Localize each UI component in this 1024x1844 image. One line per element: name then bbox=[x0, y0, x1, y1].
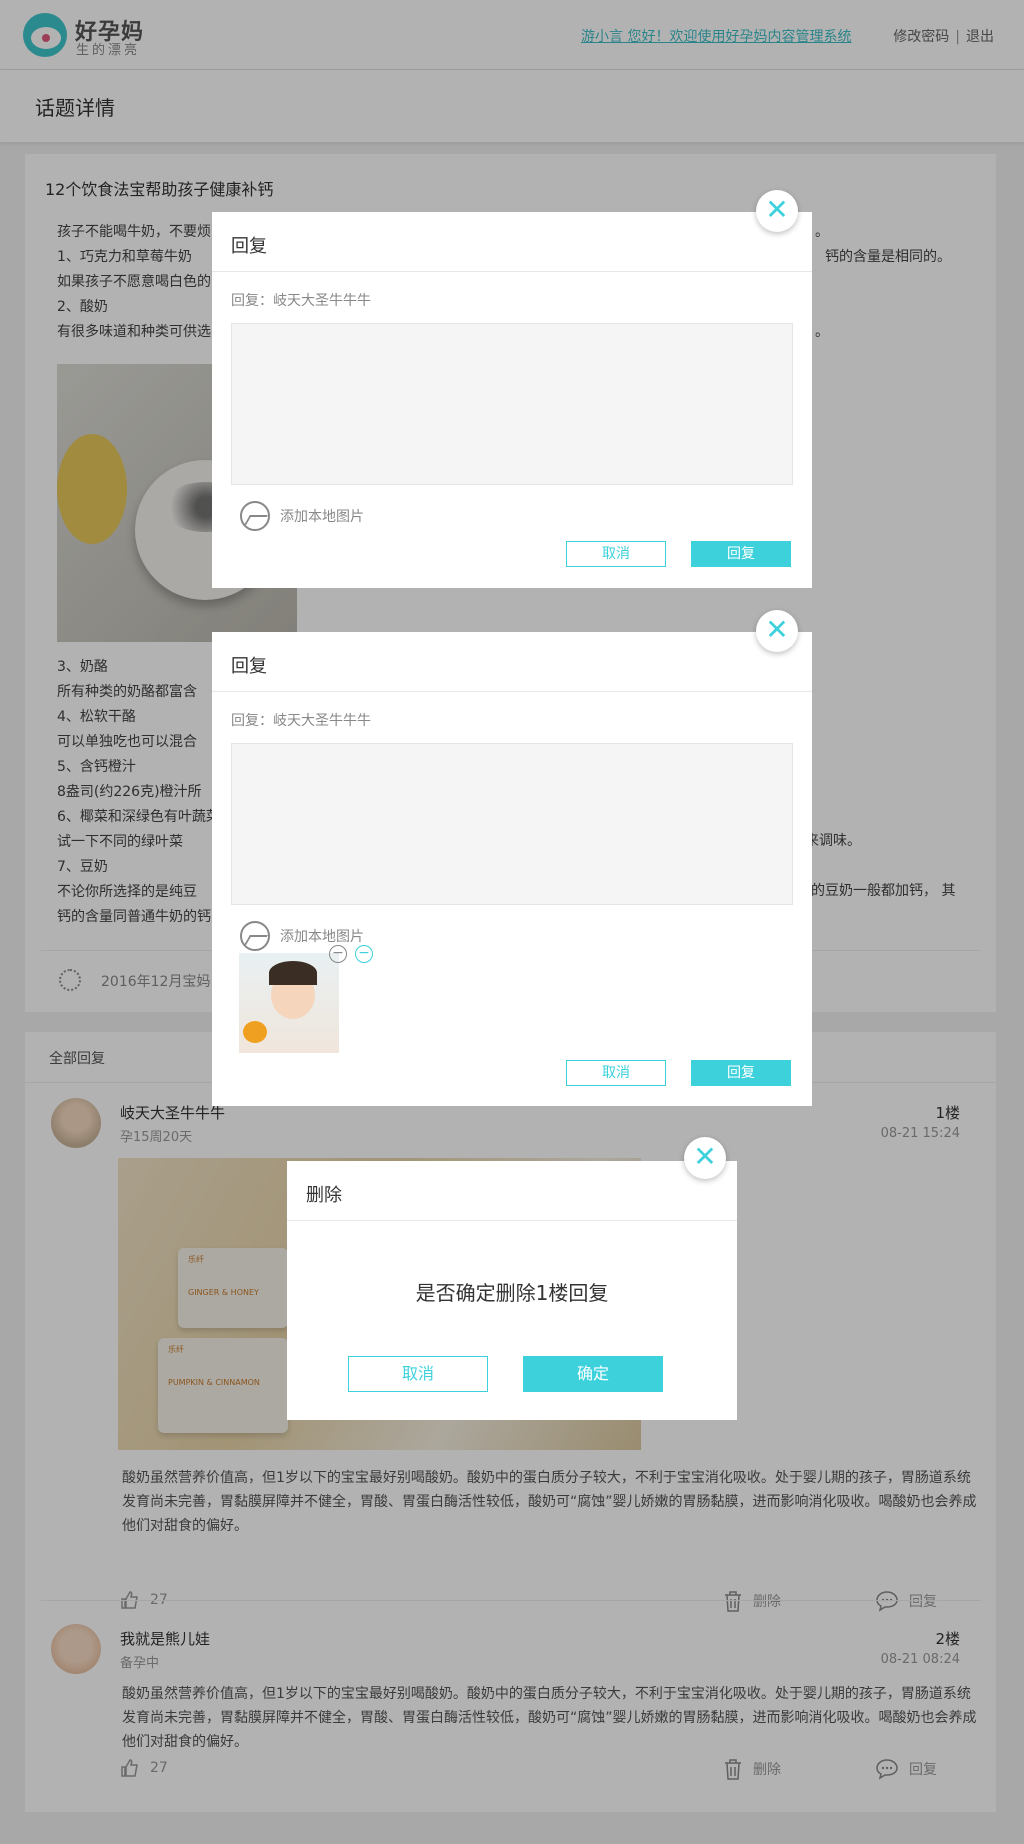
submit-reply-button[interactable]: 回复 bbox=[691, 541, 791, 567]
reply-modal-with-image: 回复 回复：岐天大圣牛牛牛 添加本地图片 − − 取消 回复 bbox=[212, 632, 812, 1106]
close-icon[interactable]: ✕ bbox=[684, 1137, 726, 1179]
modal-title: 回复 bbox=[231, 656, 267, 677]
modal-header: 删除 bbox=[287, 1161, 737, 1221]
cancel-button[interactable]: 取消 bbox=[566, 1060, 666, 1086]
add-image-label: 添加本地图片 bbox=[280, 929, 364, 945]
uploaded-image-thumbnail bbox=[239, 953, 339, 1053]
toy-shape bbox=[243, 1021, 267, 1043]
cancel-button[interactable]: 取消 bbox=[348, 1356, 488, 1392]
close-icon[interactable]: ✕ bbox=[756, 610, 798, 652]
reply-modal: 回复 回复：岐天大圣牛牛牛 添加本地图片 取消 回复 bbox=[212, 212, 812, 588]
modal-title: 回复 bbox=[231, 236, 267, 257]
add-image-label: 添加本地图片 bbox=[280, 509, 364, 525]
cancel-button[interactable]: 取消 bbox=[566, 541, 666, 567]
submit-reply-button[interactable]: 回复 bbox=[691, 1060, 791, 1086]
minus-icon[interactable]: − bbox=[355, 945, 373, 963]
modal-header: 回复 bbox=[212, 632, 812, 692]
reply-textarea[interactable] bbox=[231, 743, 793, 905]
reply-textarea[interactable] bbox=[231, 323, 793, 485]
modal-title: 删除 bbox=[306, 1185, 342, 1206]
close-icon[interactable]: ✕ bbox=[756, 190, 798, 232]
minus-icon[interactable]: − bbox=[329, 945, 347, 963]
add-image-button[interactable]: 添加本地图片 bbox=[240, 501, 364, 531]
child-hair-shape bbox=[269, 961, 317, 985]
delete-modal: 删除 是否确定删除1楼回复 取消 确定 bbox=[287, 1161, 737, 1420]
image-icon bbox=[240, 501, 270, 531]
image-icon bbox=[240, 921, 270, 951]
reply-to-label: 回复：岐天大圣牛牛牛 bbox=[231, 293, 371, 309]
modal-header: 回复 bbox=[212, 212, 812, 272]
delete-question: 是否确定删除1楼回复 bbox=[415, 1281, 609, 1305]
confirm-delete-button[interactable]: 确定 bbox=[523, 1356, 663, 1392]
reply-to-label: 回复：岐天大圣牛牛牛 bbox=[231, 713, 371, 729]
add-image-button[interactable]: 添加本地图片 bbox=[240, 921, 364, 951]
